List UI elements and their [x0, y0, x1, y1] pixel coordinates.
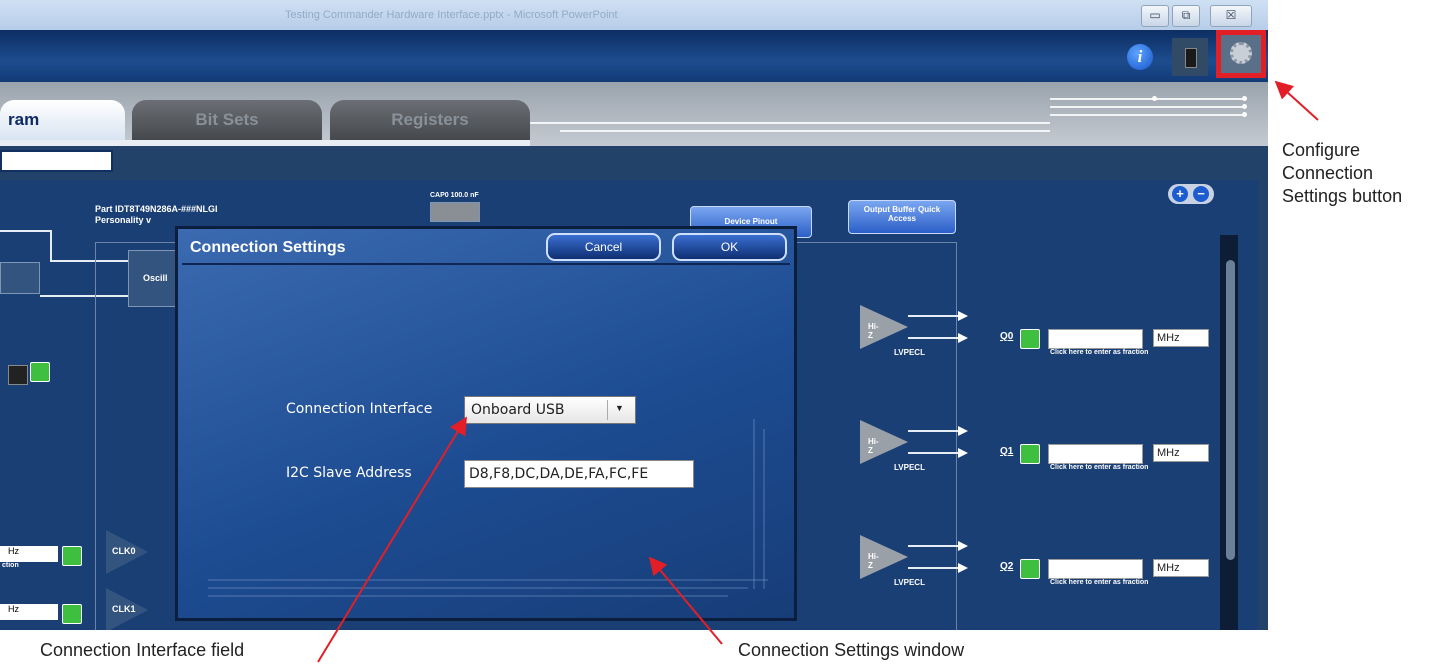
callout-arrow-interface	[317, 416, 467, 663]
callout-arrows	[317, 80, 1319, 663]
callout-arrow-window	[648, 556, 723, 645]
callout-configure-line1: Configure	[1282, 140, 1361, 160]
callout-arrow-configure	[1274, 80, 1319, 121]
callout-interface-field: Connection Interface field	[40, 640, 245, 660]
callout-configure-line2: Connection	[1282, 163, 1374, 183]
callout-settings-window: Connection Settings window	[738, 640, 965, 660]
callout-configure-line3: Settings button	[1282, 186, 1403, 206]
